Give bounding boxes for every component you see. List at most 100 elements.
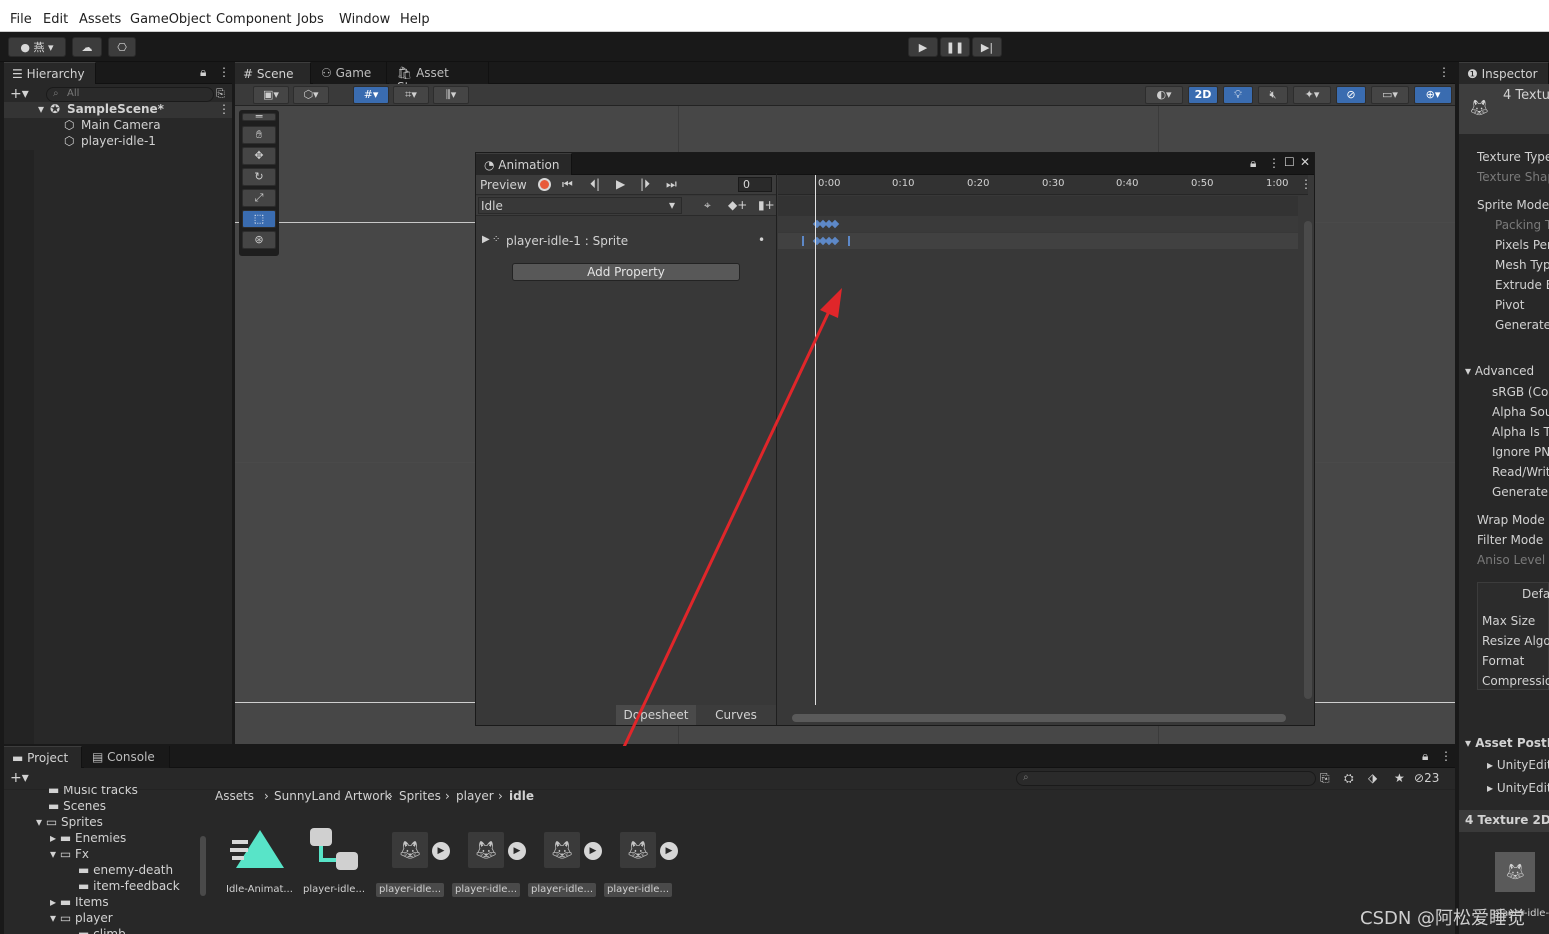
fox-sprite-icon: 🦊︎ (398, 839, 422, 861)
asset-label: player-idle... (528, 883, 596, 897)
sprite-play-icon[interactable]: ▶ (508, 842, 526, 860)
unity-editor-item[interactable]: ▸ UnityEdit (1487, 758, 1549, 772)
texture-preview: 🦊︎ (1495, 852, 1535, 892)
animator-glyph (310, 828, 358, 870)
search-icon: ⌕ (1023, 772, 1029, 783)
search-by-label-icon[interactable]: ⛭ (1344, 771, 1354, 786)
watermark-text: CSDN @阿松爱睡觉 (1360, 908, 1526, 929)
breadcrumb-item[interactable]: Sprites (399, 789, 441, 803)
inspector-tab-label: Inspector (1481, 67, 1538, 81)
chevron-right-icon: › (264, 789, 269, 803)
tree-folder[interactable]: ▸ ▬ Items (50, 895, 109, 909)
tree-folder[interactable]: ▬ Music tracks (48, 786, 138, 797)
folder-label: enemy-death (93, 863, 174, 877)
inspector-panel: ❶ Inspector 🦊︎ 4 Textu Texture Type Text… (1459, 62, 1549, 934)
inspector-tabbar: ❶ Inspector (1459, 62, 1549, 84)
search-by-type-icon[interactable]: ⎘ (1320, 771, 1330, 786)
tab-inspector[interactable]: ❶ Inspector (1459, 62, 1549, 84)
sprite-thumbnail[interactable]: 🦊︎ (392, 832, 428, 868)
unity-item-label: UnityEdit (1496, 758, 1549, 772)
kebab-icon[interactable]: ⋮ (1440, 749, 1452, 763)
sprite-thumbnail[interactable]: 🦊︎ (468, 832, 504, 868)
animation-clip-icon[interactable] (230, 828, 286, 878)
folder-label: Items (75, 895, 109, 909)
asset-post-label: Asset PostP (1475, 736, 1549, 750)
field-label: Aniso Level (1477, 553, 1546, 567)
platform-settings-box: Defa Max Size Resize Algo Format Compres… (1477, 582, 1549, 690)
hidden-count-badge[interactable]: ⊘23 (1414, 771, 1439, 785)
folder-label: Fx (75, 847, 90, 861)
field-label: Max Size (1482, 614, 1536, 628)
tree-scrollbar[interactable] (200, 836, 206, 896)
asset-label: player-idle... (376, 883, 444, 897)
asset-postprocessor-foldout[interactable]: ▾ Asset PostP (1465, 736, 1549, 750)
breadcrumb: Assets › SunnyLand Artwork › Sprites › p… (210, 788, 1010, 806)
project-tabbar: ▬ Project ▤ Console 🔒︎ ⋮ (4, 746, 1455, 768)
tree-folder[interactable]: ▸ ▬ Enemies (50, 831, 126, 845)
project-panel: ▬ Project ▤ Console 🔒︎ ⋮ +▾ ⌕ ⎘ ⛭ ⬗ ★ ⊘2… (4, 746, 1455, 934)
create-asset-button[interactable]: +▾ (10, 770, 29, 786)
chevron-right-icon: › (498, 789, 503, 803)
platform-default-tab[interactable]: Defa (1522, 587, 1549, 601)
advanced-label: Advanced (1474, 364, 1535, 378)
texture-thumb-icon: 🦊︎ (1469, 98, 1490, 117)
folder-label: climb (93, 927, 126, 934)
fox-sprite-icon: 🦊︎ (474, 839, 498, 861)
tree-folder[interactable]: ▬ item-feedback (78, 879, 180, 893)
animator-controller-icon[interactable] (308, 826, 364, 876)
tree-folder[interactable]: ▾ ▭ Sprites (36, 815, 103, 829)
chevron-right-icon: › (445, 789, 450, 803)
field-label: Generate (1492, 485, 1549, 499)
tree-folder[interactable]: ▾ ▭ Fx (50, 847, 89, 861)
field-label: Filter Mode (1477, 533, 1544, 547)
sprite-play-icon[interactable]: ▶ (432, 842, 450, 860)
tree-folder[interactable]: ▬ climb (78, 927, 126, 934)
chevron-right-icon: › (388, 789, 393, 803)
field-label: sRGB (Col (1492, 385, 1549, 399)
folder-label: Music tracks (63, 786, 138, 797)
breadcrumb-item[interactable]: SunnyLand Artwork (274, 789, 392, 803)
asset-label: player-idle... (452, 883, 520, 897)
field-label: Texture Shap (1477, 170, 1549, 184)
asset-label: Idle-Animat... (226, 884, 293, 895)
tag-icon[interactable]: ⬗ (1368, 771, 1377, 785)
tab-console[interactable]: ▤ Console (84, 746, 170, 768)
breadcrumb-item[interactable]: Assets (215, 789, 254, 803)
asset-label: player-idle... (303, 884, 365, 895)
hidden-count: 23 (1424, 771, 1440, 785)
field-label: Alpha Sou (1492, 405, 1549, 419)
field-label: Pixels Per (1495, 238, 1549, 252)
breadcrumb-item[interactable]: idle (509, 789, 534, 803)
preview-header[interactable]: 4 Texture 2Ds (1459, 810, 1549, 832)
sprite-thumbnail[interactable]: 🦊︎ (544, 832, 580, 868)
field-label: Format (1482, 654, 1525, 668)
inspector-header: 🦊︎ 4 Textu (1459, 84, 1549, 134)
field-label: Texture Type (1477, 150, 1549, 164)
field-label: Compressio (1482, 674, 1549, 688)
tree-folder[interactable]: ▾ ▭ player (50, 911, 113, 925)
folder-label: item-feedback (93, 879, 180, 893)
unity-editor-item[interactable]: ▸ UnityEdit (1487, 781, 1549, 795)
field-label: Pivot (1495, 298, 1525, 312)
unity-item-label: UnityEdit (1496, 781, 1549, 795)
sprite-play-icon[interactable]: ▶ (660, 842, 678, 860)
field-label: Packing T (1495, 218, 1549, 232)
folder-label: Scenes (63, 799, 106, 813)
sprite-preview-icon: 🦊︎ (1505, 862, 1526, 881)
project-search-input[interactable]: ⌕ (1016, 771, 1316, 786)
folder-label: player (75, 911, 113, 925)
favorite-icon[interactable]: ★ (1394, 771, 1405, 785)
project-tab-label: Project (27, 751, 69, 765)
field-label: Alpha Is T (1492, 425, 1549, 439)
breadcrumb-item[interactable]: player (456, 789, 494, 803)
tab-project[interactable]: ▬ Project (4, 746, 82, 768)
inspector-title: 4 Textu (1503, 88, 1549, 103)
tree-folder[interactable]: ▬ Scenes (48, 799, 106, 813)
sprite-thumbnail[interactable]: 🦊︎ (620, 832, 656, 868)
sprite-play-icon[interactable]: ▶ (584, 842, 602, 860)
lock-icon[interactable]: 🔒︎ (1422, 749, 1428, 764)
anim-clip-glyph (230, 830, 284, 868)
tree-folder[interactable]: ▬ enemy-death (78, 863, 173, 877)
project-toolbar: +▾ ⌕ ⎘ ⛭ ⬗ ★ ⊘23 (4, 768, 1455, 790)
advanced-foldout[interactable]: ▾ Advanced (1465, 364, 1534, 378)
